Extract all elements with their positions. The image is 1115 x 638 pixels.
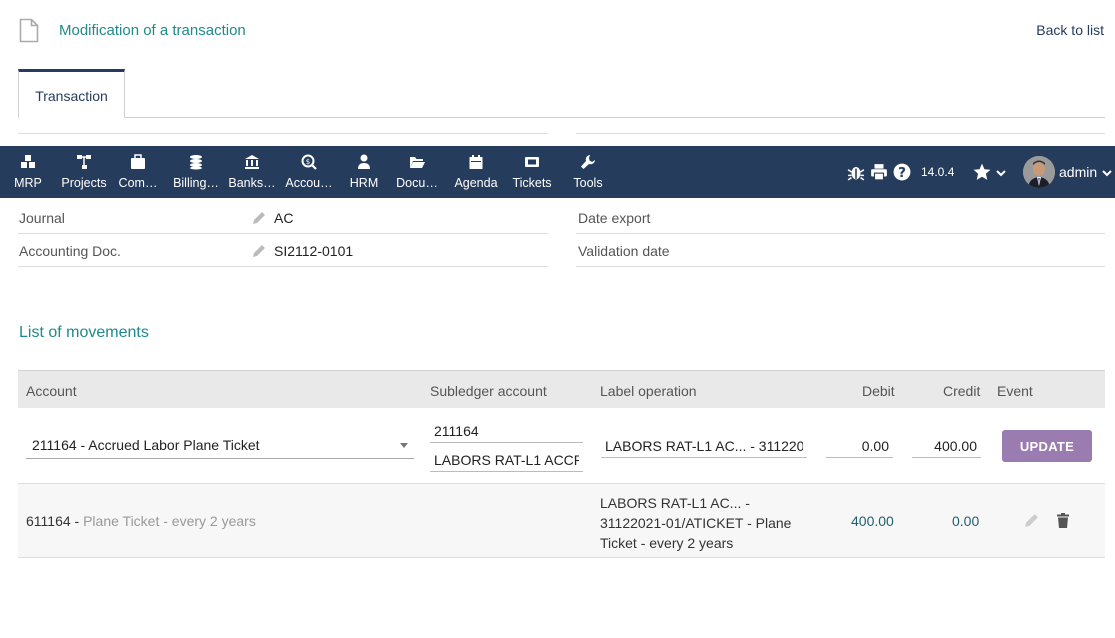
account-select[interactable]: 211164 - Accrued Labor Plane Ticket: [26, 433, 414, 459]
bank-icon: [245, 155, 259, 169]
chevron-down-icon: [400, 443, 408, 448]
nav-label: Agenda: [454, 176, 498, 190]
cubes-icon: [21, 155, 35, 168]
nav-item-billing[interactable]: Billing…: [170, 146, 222, 198]
divider: [18, 266, 548, 267]
nav-item-tickets[interactable]: Tickets: [508, 146, 556, 198]
svg-text:$: $: [306, 158, 310, 166]
row-debit: 400.00: [851, 513, 894, 529]
briefcase-icon: [131, 154, 145, 169]
subledger-account-input[interactable]: [430, 419, 583, 443]
nav-item-projects[interactable]: Projects: [58, 146, 110, 198]
nav-label: HRM: [349, 176, 379, 190]
account-select-value: 211164 - Accrued Labor Plane Ticket: [32, 437, 260, 453]
column-header-credit: Credit: [943, 383, 981, 399]
nav-item-accounting[interactable]: $ Accou…: [283, 146, 335, 198]
nav-label: Projects: [61, 176, 107, 190]
bug-icon[interactable]: [847, 163, 865, 181]
nav-label: Tools: [573, 176, 603, 190]
account-code: 611164 -: [26, 513, 84, 529]
column-header-account: Account: [26, 383, 77, 399]
version-label: 14.0.4: [921, 165, 955, 179]
column-header-event: Event: [997, 383, 1033, 399]
row-account: 611164 - Plane Ticket - every 2 years: [26, 513, 256, 529]
nav-label: Tickets: [512, 176, 552, 190]
user-photo-icon: [1023, 156, 1055, 188]
label-line: Ticket - every 2 years: [600, 535, 734, 551]
chevron-down-icon[interactable]: [1102, 168, 1112, 178]
accounting-doc-value: SI2112-0101: [274, 243, 354, 259]
column-header-subledger: Subledger account: [430, 383, 547, 399]
wrench-icon: [581, 155, 595, 169]
nav-label: Com…: [118, 176, 158, 190]
label-line: LABORS RAT-L1 AC... -: [600, 495, 750, 511]
account-label: Plane Ticket - every 2 years: [83, 513, 256, 529]
print-icon[interactable]: [870, 163, 888, 181]
row-label-operation: LABORS RAT-L1 AC... - 31122021-01/ATICKE…: [600, 493, 810, 553]
table-header: Account Subledger account Label operatio…: [18, 370, 1105, 408]
nav-item-documents[interactable]: Docu…: [394, 146, 440, 198]
accounting-doc-label: Accounting Doc.: [19, 243, 121, 259]
coins-icon: [190, 155, 202, 170]
divider: [576, 133, 1105, 134]
nav-item-commercial[interactable]: Com…: [114, 146, 162, 198]
label-operation-input[interactable]: [601, 434, 807, 458]
divider: [18, 133, 548, 134]
nav-label: Billing…: [173, 176, 219, 190]
sitemap-icon: [77, 155, 91, 169]
validation-date-label: Validation date: [578, 243, 670, 259]
tab-transaction[interactable]: Transaction: [18, 69, 125, 118]
divider: [576, 266, 1105, 267]
debit-input[interactable]: [826, 434, 893, 458]
edit-row: 211164 - Accrued Labor Plane Ticket UPDA…: [18, 408, 1105, 484]
section-title: List of movements: [19, 324, 149, 341]
trash-icon[interactable]: [1056, 513, 1070, 528]
folder-open-icon: [410, 157, 425, 168]
help-icon[interactable]: ?: [893, 163, 911, 181]
nav-item-mrp[interactable]: MRP: [4, 146, 52, 198]
journal-value: AC: [274, 210, 294, 226]
date-export-label: Date export: [578, 210, 651, 226]
divider: [18, 233, 548, 234]
svg-text:?: ?: [898, 165, 906, 181]
column-header-debit: Debit: [862, 383, 895, 399]
nav-label: Docu…: [396, 176, 438, 190]
pencil-icon[interactable]: [252, 211, 266, 225]
column-header-label: Label operation: [600, 383, 697, 399]
nav-item-hrm[interactable]: HRM: [344, 146, 384, 198]
avatar[interactable]: [1023, 156, 1055, 188]
pencil-icon[interactable]: [252, 244, 266, 258]
top-navbar: MRP Projects Com… Billing… Banks… $ Acco…: [0, 146, 1115, 198]
table-row: 611164 - Plane Ticket - every 2 years LA…: [18, 484, 1105, 558]
nav-label: MRP: [14, 176, 42, 190]
page-title: Modification of a transaction: [59, 22, 246, 39]
label-line: 31122021-01/ATICKET - Plane: [600, 515, 792, 531]
page-header: Modification of a transaction Back to li…: [0, 0, 1115, 62]
tab-bar: Transaction: [18, 69, 1105, 118]
ticket-icon: [525, 157, 539, 167]
nav-label: Banks…: [228, 176, 276, 190]
back-to-list-link[interactable]: Back to list: [1036, 22, 1104, 38]
journal-label: Journal: [19, 210, 65, 226]
chevron-down-icon[interactable]: [996, 168, 1006, 178]
nav-item-banks[interactable]: Banks…: [226, 146, 278, 198]
star-icon[interactable]: [973, 163, 991, 181]
nav-label: Accou…: [285, 176, 333, 190]
user-name[interactable]: admin: [1059, 164, 1097, 180]
calendar-icon: [469, 155, 483, 169]
nav-item-tools[interactable]: Tools: [566, 146, 610, 198]
nav-item-agenda[interactable]: Agenda: [450, 146, 502, 198]
row-credit: 0.00: [952, 513, 980, 529]
divider: [576, 233, 1105, 234]
pencil-icon[interactable]: [1024, 513, 1039, 528]
subledger-label-input[interactable]: [430, 448, 583, 472]
user-tie-icon: [358, 154, 370, 169]
update-button[interactable]: UPDATE: [1002, 430, 1092, 462]
document-icon: [19, 18, 39, 43]
credit-input[interactable]: [912, 434, 981, 458]
search-dollar-icon: $: [301, 154, 317, 170]
